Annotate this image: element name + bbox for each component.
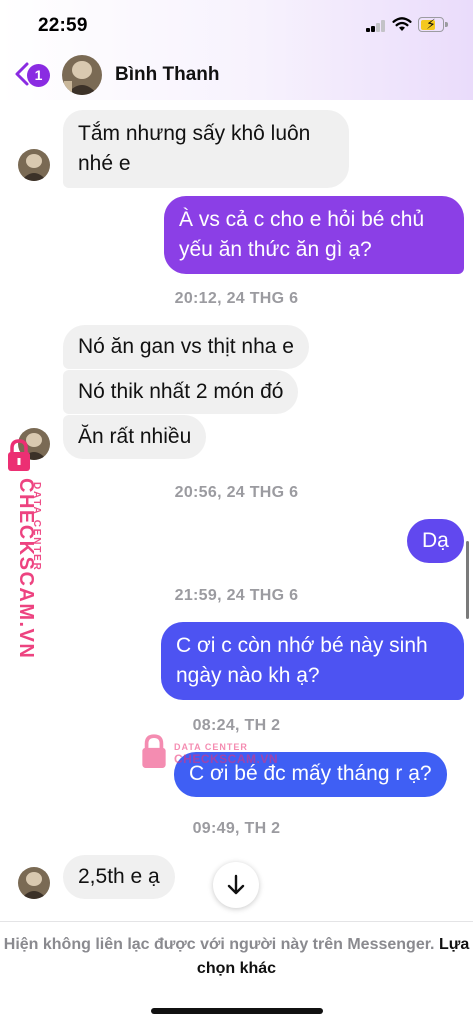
chat-header: 22:59 ⚡ 1 Bình Thanh <box>0 0 473 100</box>
watermark-center: DATA CENTER CHECKSCAM.VN <box>140 733 300 773</box>
message-bubble-outgoing[interactable]: Dạ <box>407 519 464 563</box>
lock-icon <box>8 439 30 471</box>
home-indicator[interactable] <box>151 1008 323 1014</box>
message-bubble-outgoing[interactable]: C ơi c còn nhớ bé này sinh ngày nào kh ạ… <box>161 622 464 700</box>
cellular-signal-icon <box>366 20 386 32</box>
contact-name[interactable]: Bình Thanh <box>115 64 219 86</box>
contact-avatar-small <box>18 149 50 181</box>
timestamp: 20:56, 24 THG 6 <box>174 484 299 501</box>
message-bubble-incoming[interactable]: Nó ăn gan vs thịt nha e <box>63 325 309 369</box>
wifi-icon <box>392 17 412 31</box>
status-time: 22:59 <box>38 15 88 36</box>
unread-badge[interactable]: 1 <box>27 64 50 87</box>
contact-avatar-small <box>18 867 50 899</box>
contact-avatar[interactable] <box>62 55 102 95</box>
message-bubble-incoming[interactable]: Nó thik nhất 2 món đó <box>63 370 299 414</box>
battery-icon: ⚡ <box>418 16 448 32</box>
message-bubble-outgoing[interactable]: À vs cả c cho e hỏi bé chủ yếu ăn thức ă… <box>164 196 464 274</box>
message-bubble-incoming[interactable]: Tắm nhưng sấy khô luôn nhé e <box>63 110 349 188</box>
watermark-vertical: CHECKSCAM.VN DATA CENTER <box>0 438 60 659</box>
lock-icon <box>142 734 166 768</box>
timestamp: 09:49, TH 2 <box>192 820 281 837</box>
scrollbar[interactable] <box>466 541 469 619</box>
message-bubble-incoming[interactable]: 2,5th e ạ <box>63 855 175 899</box>
scroll-to-bottom-button[interactable] <box>213 862 259 908</box>
arrow-down-icon <box>227 874 245 895</box>
timestamp: 20:12, 24 THG 6 <box>174 290 299 307</box>
footer-divider <box>0 921 473 922</box>
message-bubble-incoming[interactable]: Ăn rất nhiều <box>63 415 207 459</box>
unreachable-notice: Hiện không liên lạc được với người này t… <box>3 936 470 977</box>
timestamp: 21:59, 24 THG 6 <box>174 587 299 604</box>
watermark-sub: DATA CENTER <box>31 482 42 572</box>
